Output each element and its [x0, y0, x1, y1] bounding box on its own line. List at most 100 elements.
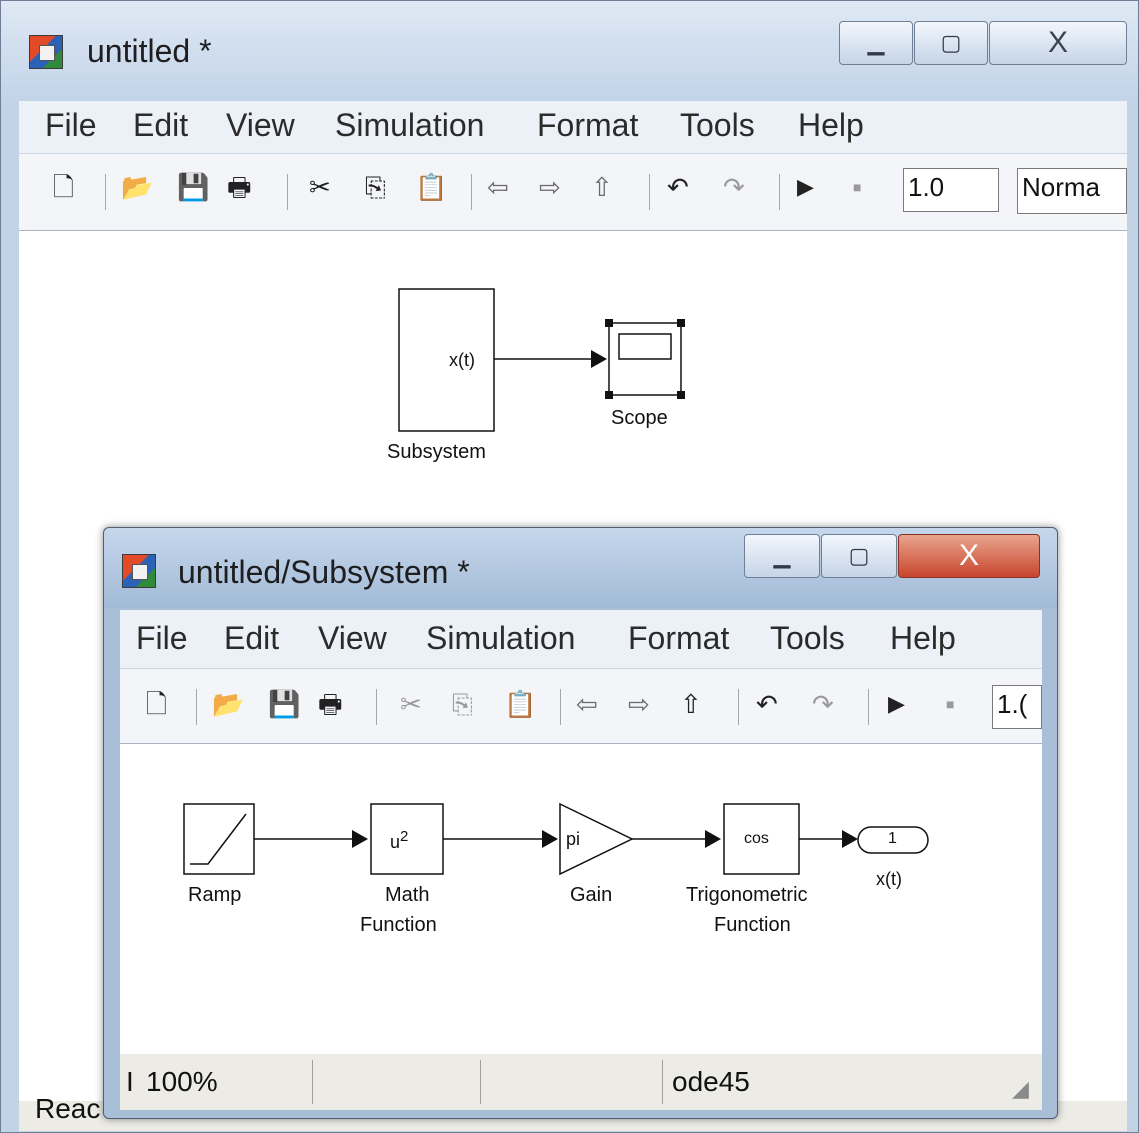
maximize-button[interactable]: ▢	[821, 534, 897, 578]
copy-icon[interactable]: ⎘	[452, 691, 473, 717]
cut-icon[interactable]: ✂	[400, 691, 422, 717]
forward-icon[interactable]: ⇨	[628, 691, 650, 717]
main-window-title: untitled *	[87, 33, 212, 69]
selection-handle[interactable]	[677, 391, 685, 399]
main-diagram	[398, 288, 685, 432]
stop-simulation-icon[interactable]: ■	[853, 180, 861, 194]
math-function-label-line1: Math	[385, 884, 430, 906]
subsystem-block[interactable]	[398, 288, 495, 432]
stop-time-input[interactable]: 1.(	[992, 685, 1042, 729]
subsystem-window: untitled/Subsystem * ▁ ▢ X File Edit Vie…	[103, 527, 1058, 1119]
selection-handle[interactable]	[605, 319, 613, 327]
signal-arrowhead	[705, 830, 721, 848]
sub-menubar: File Edit View Simulation Format Tools H…	[120, 610, 1042, 669]
redo-icon[interactable]: ↷	[812, 691, 834, 717]
back-icon[interactable]: ⇦	[576, 691, 598, 717]
menu-simulation[interactable]: Simulation	[426, 620, 575, 657]
undo-icon[interactable]: ↶	[667, 174, 689, 200]
selection-handle[interactable]	[605, 391, 613, 399]
main-titlebar[interactable]: untitled * ▁ ▢ X	[1, 1, 1138, 101]
paste-icon[interactable]: 📋	[415, 174, 447, 200]
sub-window-title: untitled/Subsystem *	[178, 554, 470, 590]
toolbar-separator	[471, 174, 472, 210]
resize-grip-icon[interactable]: ◢	[1012, 1076, 1029, 1102]
signal-arrowhead	[542, 830, 558, 848]
stop-simulation-icon[interactable]: ■	[946, 697, 954, 711]
close-icon: X	[958, 539, 979, 572]
simulink-app-icon	[29, 35, 63, 69]
close-button[interactable]: X	[989, 21, 1127, 65]
forward-icon[interactable]: ⇨	[539, 174, 561, 200]
trig-function-text: cos	[744, 830, 769, 847]
menu-file[interactable]: File	[136, 620, 188, 657]
toolbar-separator	[287, 174, 288, 210]
toolbar-separator	[738, 689, 739, 725]
copy-icon[interactable]: ⎘	[365, 174, 386, 200]
menu-edit[interactable]: Edit	[224, 620, 279, 657]
solver-text: ode45	[672, 1066, 750, 1097]
open-icon[interactable]: 📂	[121, 174, 153, 200]
save-icon[interactable]: 💾	[177, 174, 209, 200]
up-icon[interactable]: ⇧	[680, 691, 702, 717]
menu-help[interactable]: Help	[798, 107, 864, 144]
menu-view[interactable]: View	[226, 107, 295, 144]
scope-screen-icon	[618, 333, 672, 360]
menu-tools[interactable]: Tools	[770, 620, 845, 657]
menu-tools[interactable]: Tools	[680, 107, 755, 144]
sub-titlebar[interactable]: untitled/Subsystem * ▁ ▢ X	[104, 528, 1057, 608]
start-simulation-icon[interactable]: ▶	[797, 176, 814, 198]
sub-statusbar: I 100% ode45 ◢	[120, 1054, 1042, 1110]
main-toolbar: 🗋 📂 💾 🖶 ✂ ⎘ 📋 ⇦ ⇨ ⇧ ↶ ↷ ▶ ■ 1.0 Norma	[19, 154, 1127, 231]
status-divider	[480, 1060, 481, 1104]
minimize-icon: ▁	[773, 543, 791, 568]
simulation-mode-select[interactable]: Norma	[1017, 168, 1127, 214]
selection-handle[interactable]	[677, 319, 685, 327]
subsystem-port-label: x(t)	[449, 350, 475, 370]
start-simulation-icon[interactable]: ▶	[888, 693, 905, 715]
up-icon[interactable]: ⇧	[591, 174, 613, 200]
sub-toolbar: 🗋 📂 💾 🖶 ✂ ⎘ 📋 ⇦ ⇨ ⇧ ↶ ↷ ▶ ■ 1.(	[120, 669, 1042, 744]
paste-icon[interactable]: 📋	[504, 691, 536, 717]
back-icon[interactable]: ⇦	[487, 174, 509, 200]
stop-time-input[interactable]: 1.0	[903, 168, 999, 212]
minimize-button[interactable]: ▁	[744, 534, 820, 578]
status-divider	[312, 1060, 313, 1104]
signal-arrowhead	[591, 350, 607, 368]
undo-icon[interactable]: ↶	[756, 691, 778, 717]
toolbar-separator	[560, 689, 561, 725]
trig-function-label-line2: Function	[714, 914, 791, 936]
save-icon[interactable]: 💾	[268, 691, 300, 717]
maximize-icon: ▢	[940, 30, 962, 55]
menu-simulation[interactable]: Simulation	[335, 107, 484, 144]
cut-icon[interactable]: ✂	[309, 174, 331, 200]
close-icon: X	[1047, 26, 1068, 59]
subsystem-model-canvas[interactable]: u2 pi cos 1 Ramp Math Function Gain Trig…	[120, 744, 1042, 1054]
maximize-button[interactable]: ▢	[914, 21, 988, 65]
menu-file[interactable]: File	[45, 107, 97, 144]
menu-help[interactable]: Help	[890, 620, 956, 657]
toolbar-separator	[196, 689, 197, 725]
print-icon[interactable]: 🖶	[318, 691, 343, 717]
new-icon[interactable]: 🗋	[53, 174, 74, 200]
menu-format[interactable]: Format	[628, 620, 729, 657]
main-status-text: Reac	[35, 1093, 101, 1124]
menu-edit[interactable]: Edit	[133, 107, 188, 144]
menu-format[interactable]: Format	[537, 107, 638, 144]
minimize-button[interactable]: ▁	[839, 21, 913, 65]
menu-view[interactable]: View	[318, 620, 387, 657]
close-button[interactable]: X	[898, 534, 1040, 578]
math-function-u: u	[390, 832, 401, 852]
math-function-label-line2: Function	[360, 914, 437, 936]
main-menubar: File Edit View Simulation Format Tools H…	[19, 101, 1127, 154]
outport-label: x(t)	[876, 869, 902, 889]
redo-icon[interactable]: ↷	[723, 174, 745, 200]
toolbar-separator	[105, 174, 106, 210]
scope-block-label: Scope	[611, 407, 668, 429]
print-icon[interactable]: 🖶	[227, 174, 252, 200]
ramp-block-label: Ramp	[188, 884, 242, 906]
toolbar-separator	[376, 689, 377, 725]
open-icon[interactable]: 📂	[212, 691, 244, 717]
signal-arrowhead	[352, 830, 368, 848]
new-icon[interactable]: 🗋	[146, 691, 167, 717]
trig-function-label-line1: Trigonometric	[686, 884, 808, 906]
